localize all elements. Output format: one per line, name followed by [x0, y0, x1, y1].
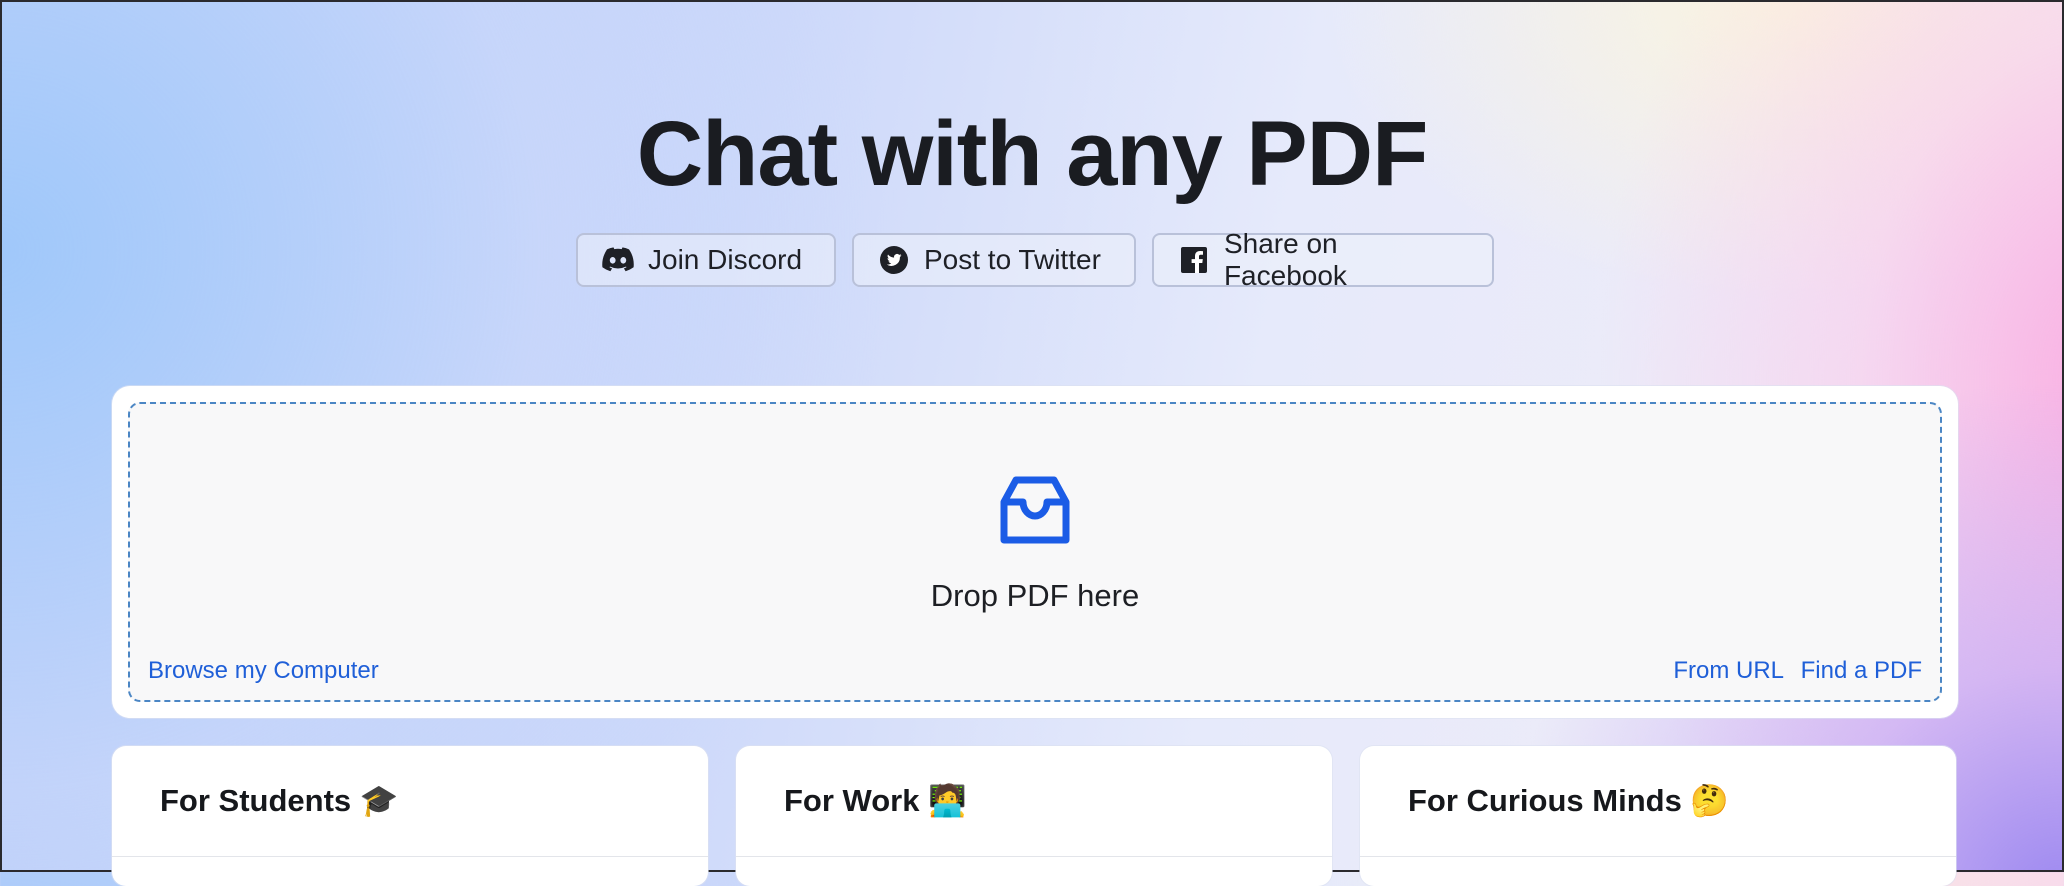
browse-computer-link[interactable]: Browse my Computer	[148, 657, 379, 685]
facebook-icon	[1178, 244, 1210, 276]
join-discord-button[interactable]: Join Discord	[576, 233, 836, 287]
feature-divider	[112, 856, 708, 857]
find-pdf-link[interactable]: Find a PDF	[1801, 657, 1922, 685]
feature-title-students: For Students 🎓	[160, 783, 399, 818]
inbox-icon	[998, 474, 1072, 548]
feature-card-curious-minds: For Curious Minds 🤔	[1360, 746, 1956, 886]
join-discord-label: Join Discord	[648, 244, 803, 275]
discord-icon	[602, 244, 634, 276]
feature-card-students: For Students 🎓	[112, 746, 708, 886]
post-to-twitter-button[interactable]: Post to Twitter	[852, 233, 1136, 287]
feature-title-curious-minds: For Curious Minds 🤔	[1408, 783, 1730, 818]
from-url-link[interactable]: From URL	[1673, 657, 1784, 685]
share-on-facebook-button[interactable]: Share on Facebook	[1152, 228, 1494, 291]
feature-title-work: For Work 🧑‍💻	[784, 783, 967, 818]
share-on-facebook-label: Share on Facebook	[1223, 228, 1347, 291]
page-title: Chat with any PDF	[636, 103, 1429, 205]
pdf-drop-zone[interactable]: Drop PDF here Browse my Computer From UR…	[128, 402, 1942, 702]
share-buttons-row: Join Discord Post to Twitter Share on Fa…	[2, 228, 2062, 291]
feature-divider	[1360, 856, 1956, 857]
feature-divider	[736, 856, 1332, 857]
twitter-icon	[878, 244, 910, 276]
post-to-twitter-label: Post to Twitter	[924, 244, 1101, 275]
feature-card-work: For Work 🧑‍💻	[736, 746, 1332, 886]
upload-card: Drop PDF here Browse my Computer From UR…	[112, 386, 1958, 718]
drop-pdf-text: Drop PDF here	[930, 578, 1140, 613]
